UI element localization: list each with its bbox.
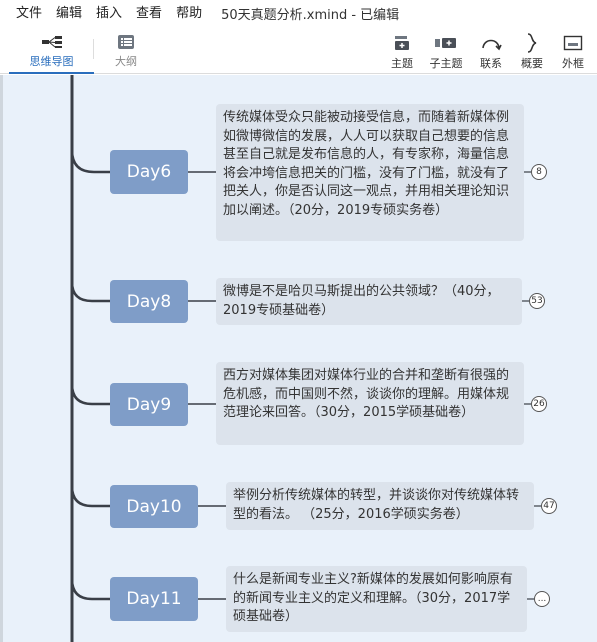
topic-day10[interactable]: Day10	[110, 485, 198, 528]
relationship-button[interactable]: 联系	[469, 31, 513, 71]
outline-icon	[117, 31, 135, 53]
topic-day11[interactable]: Day11	[110, 577, 198, 621]
summary-brace-icon	[525, 31, 539, 55]
collapse-more-badge-day11[interactable]: ...	[534, 591, 550, 607]
boundary-label: 外框	[562, 57, 584, 70]
boundary-button[interactable]: 外框	[551, 31, 595, 71]
collapse-count-badge-day8[interactable]: 53	[529, 293, 545, 309]
topic-day6[interactable]: Day6	[110, 150, 188, 194]
subtopic-icon	[434, 31, 458, 55]
mindmap-icon	[41, 31, 63, 53]
tab-outline-label: 大纲	[115, 55, 137, 68]
menu-file[interactable]: 文件	[0, 0, 49, 27]
subtopic-note-day9[interactable]: 西方对媒体集团对媒体行业的合并和垄断有很强的危机感，而中国则不然，谈谈你的理解。…	[216, 362, 524, 445]
topic-day8[interactable]: Day8	[110, 280, 188, 323]
collapse-count-badge-day10[interactable]: 47	[541, 498, 557, 514]
summary-label: 概要	[521, 57, 543, 70]
insert-subtopic-button[interactable]: 子主题	[424, 31, 468, 71]
insert-subtopic-label: 子主题	[429, 57, 463, 70]
canvas-left-edge	[0, 75, 3, 642]
tab-outline[interactable]: 大纲	[104, 31, 148, 73]
subtopic-note-day8[interactable]: 微博是不是哈贝马斯提出的公共领域？（40分，2019专硕基础卷）	[216, 278, 522, 325]
boundary-icon	[563, 31, 583, 55]
topic-day9[interactable]: Day9	[110, 383, 188, 426]
relationship-label: 联系	[480, 57, 502, 70]
subtopic-note-day10[interactable]: 举例分析传统媒体的转型，并谈谈你对传统媒体转型的看法。 （25分，2016学硕实…	[226, 482, 534, 530]
xmind-window: 文件 编辑 插入 查看 帮助 50天真题分析.xmind - 已编辑 思维导图	[0, 0, 597, 642]
toolbar-divider	[93, 39, 94, 59]
insert-topic-button[interactable]: 主题	[380, 31, 424, 71]
subtopic-note-day6[interactable]: 传统媒体受众只能被动接受信息，而随着新媒体例如微博微信的发展，人人可以获取自己想…	[216, 104, 524, 241]
relationship-icon	[480, 31, 502, 55]
menu-view[interactable]: 查看	[129, 0, 169, 27]
collapse-count-badge-day9[interactable]: 26	[531, 396, 547, 412]
collapse-count-badge-day6[interactable]: 8	[531, 164, 547, 180]
window-title: 50天真题分析.xmind - 已编辑	[221, 8, 400, 23]
menu-edit[interactable]: 编辑	[49, 0, 89, 27]
subtopic-note-day11[interactable]: 什么是新闻专业主义?新媒体的发展如何影响原有的新闻专业主义的定义和理解。（30分…	[226, 566, 527, 632]
summary-button[interactable]: 概要	[510, 31, 554, 71]
menu-insert[interactable]: 插入	[89, 0, 129, 27]
menu-help[interactable]: 帮助	[169, 0, 209, 27]
tab-mindmap[interactable]: 思维导图	[9, 31, 94, 74]
insert-topic-label: 主题	[391, 57, 413, 70]
menu-bar: 文件 编辑 插入 查看 帮助 50天真题分析.xmind - 已编辑	[0, 0, 597, 27]
topic-icon	[393, 31, 411, 55]
tab-mindmap-label: 思维导图	[29, 55, 74, 68]
toolbar: 思维导图 大纲 主题 子主题 联系 概要 外框	[0, 27, 597, 74]
